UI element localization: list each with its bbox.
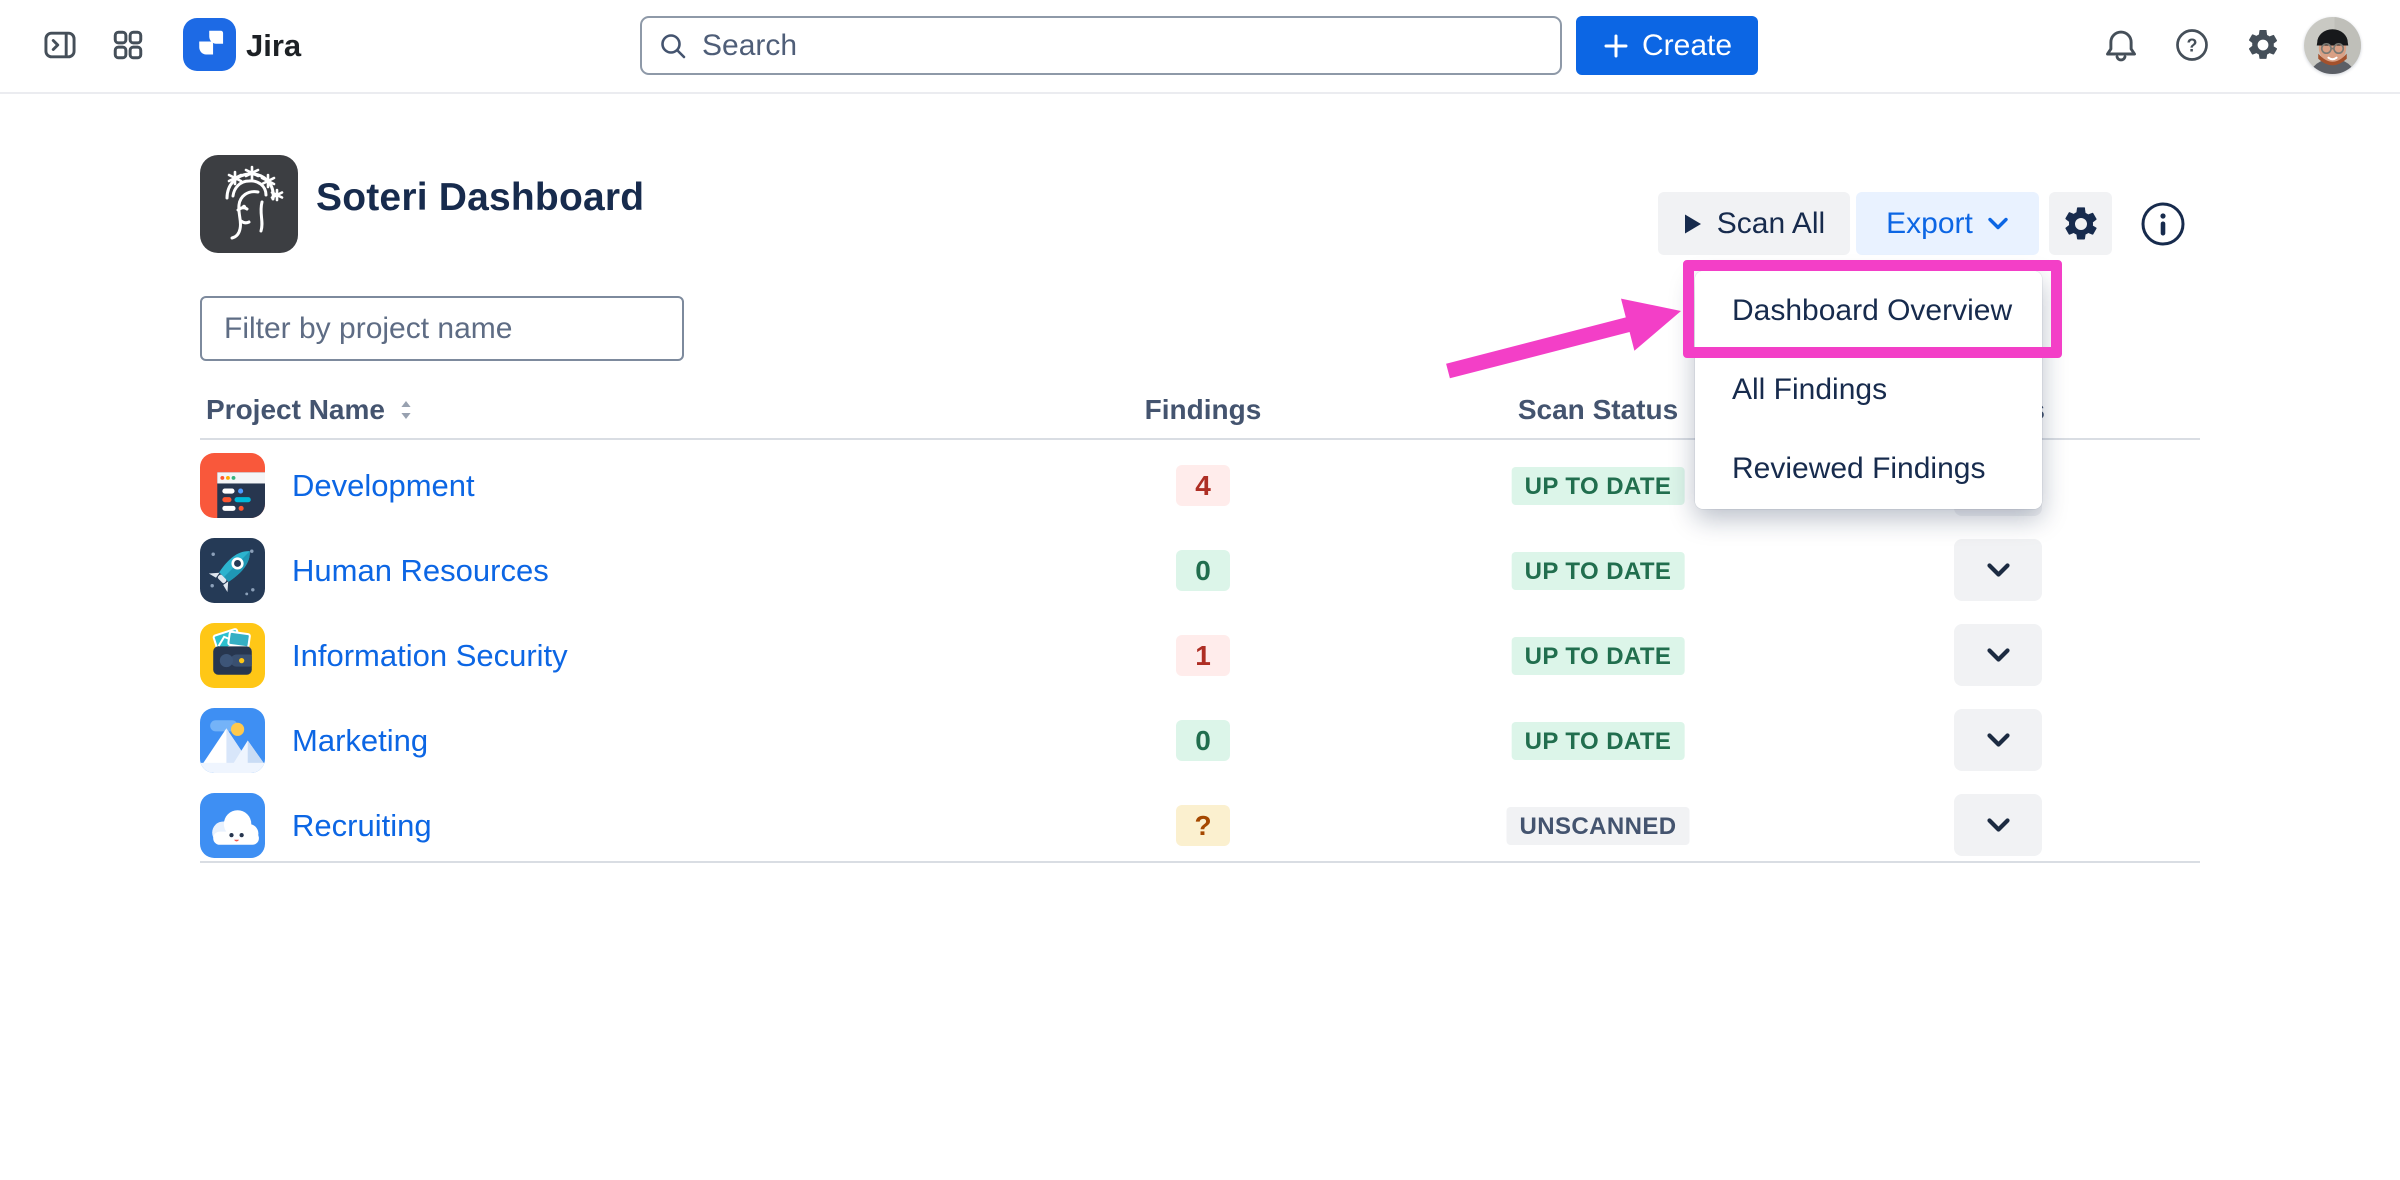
findings-badge: 4 [1176,465,1230,506]
menu-item-all-findings[interactable]: All Findings [1695,350,2042,429]
status-badge: UP TO DATE [1512,552,1685,590]
row-actions-button[interactable] [1954,624,2042,686]
table-row: Marketing 0 UP TO DATE [200,707,2200,792]
findings-badge: 0 [1176,720,1230,761]
notifications-button[interactable] [2101,26,2141,66]
create-button[interactable]: Create [1576,16,1758,75]
table-bottom-divider [200,861,2200,863]
app-grid-icon [111,28,145,65]
status-badge: UP TO DATE [1512,637,1685,675]
project-icon-development [200,453,265,518]
menu-item-reviewed-findings[interactable]: Reviewed Findings [1695,430,2042,509]
findings-badge: 0 [1176,550,1230,591]
info-icon [2140,201,2186,247]
column-header-scan-status: Scan Status [1518,394,1678,426]
table-row: Information Security 1 UP TO DATE [200,622,2200,707]
project-link[interactable]: Development [292,452,475,519]
sidebar-toggle-icon [42,27,78,66]
avatar-image [2304,17,2361,74]
export-menu: Dashboard Overview All Findings Reviewed… [1695,271,2042,509]
project-icon-recruiting [200,793,265,858]
bell-icon [2103,27,2139,66]
sidebar-toggle-button[interactable] [40,26,80,66]
row-actions-button[interactable] [1954,539,2042,601]
app-switcher-button[interactable] [108,26,148,66]
chevron-down-icon [1986,562,2011,578]
status-badge: UP TO DATE [1512,467,1685,505]
row-actions-button[interactable] [1954,709,2042,771]
column-header-project-name[interactable]: Project Name [206,394,413,426]
project-icon-human-resources [200,538,265,603]
user-avatar[interactable] [2304,17,2361,74]
page-title: Soteri Dashboard [316,176,644,220]
search-icon [658,31,688,61]
help-button[interactable]: ? [2172,26,2212,66]
menu-item-dashboard-overview[interactable]: Dashboard Overview [1695,271,2042,350]
table-row: Human Resources 0 UP TO DATE [200,537,2200,622]
project-link[interactable]: Human Resources [292,537,549,604]
project-link[interactable]: Marketing [292,707,428,774]
project-filter-input[interactable] [200,296,684,361]
export-label: Export [1886,207,1973,241]
scan-all-label: Scan All [1717,207,1825,241]
jira-mark-icon [190,23,230,66]
findings-badge: 1 [1176,635,1230,676]
svg-text:?: ? [2187,35,2198,55]
info-button[interactable] [2140,201,2186,247]
project-icon-marketing [200,708,265,773]
search-field [640,16,1562,75]
search-input[interactable] [700,28,1544,64]
column-header-findings: Findings [1145,394,1262,426]
status-badge: UNSCANNED [1507,807,1690,845]
row-actions-button[interactable] [1954,794,2042,856]
help-icon: ? [2174,27,2210,66]
gear-icon [2061,204,2101,244]
chevron-down-icon [1986,647,2011,663]
top-navigation-bar: Jira Create ? [0,0,2400,94]
jira-logo[interactable] [183,18,236,71]
findings-badge: ? [1176,805,1230,846]
plus-icon [1602,32,1630,60]
soteri-app-logo [200,155,298,253]
sort-icon [399,399,413,421]
table-row: Recruiting ? UNSCANNED [200,792,2200,877]
settings-button[interactable] [2243,26,2283,66]
app-name: Jira [246,0,301,92]
project-icon-information-security [200,623,265,688]
scan-all-button[interactable]: Scan All [1658,192,1850,255]
project-link[interactable]: Recruiting [292,792,432,859]
gear-icon [2245,27,2281,66]
project-link[interactable]: Information Security [292,622,568,689]
dashboard-settings-button[interactable] [2049,192,2112,255]
chevron-down-icon [1986,732,2011,748]
create-button-label: Create [1642,29,1732,63]
chevron-down-icon [1986,817,2011,833]
status-badge: UP TO DATE [1512,722,1685,760]
chevron-down-icon [1987,216,2009,231]
project-name-header-label: Project Name [206,394,385,426]
play-icon [1683,213,1703,235]
export-button[interactable]: Export [1856,192,2039,255]
